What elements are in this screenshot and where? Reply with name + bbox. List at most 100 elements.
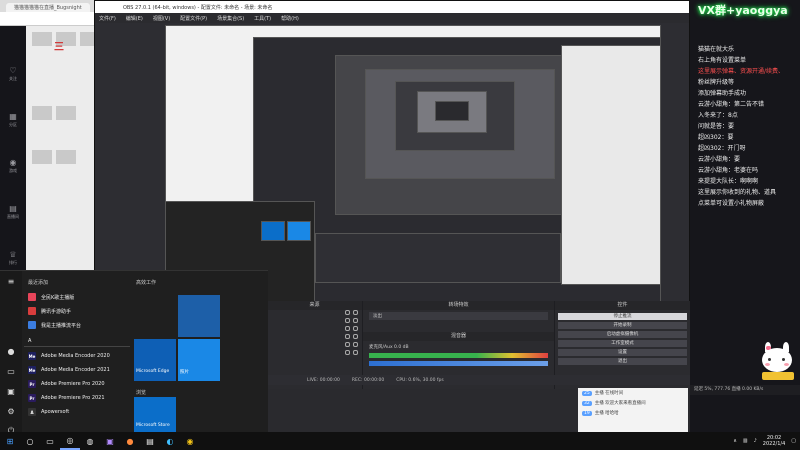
thumbnail[interactable] bbox=[32, 32, 52, 46]
sidebar-item-game[interactable]: ◉ 游戏 bbox=[6, 158, 20, 178]
source-row[interactable] bbox=[267, 318, 362, 326]
eye-icon[interactable] bbox=[345, 326, 350, 331]
lock-icon[interactable] bbox=[353, 350, 358, 355]
sidebar-item-follow[interactable]: ♡ 关注 bbox=[6, 66, 20, 86]
chrome-icon[interactable]: ◉ bbox=[180, 432, 200, 450]
settings-button[interactable]: 设置 bbox=[558, 349, 687, 356]
obs-icon[interactable]: ◎ bbox=[60, 432, 80, 450]
eye-icon[interactable] bbox=[345, 334, 350, 339]
thumbnail[interactable] bbox=[32, 106, 52, 120]
gear-icon[interactable]: ⚙ bbox=[0, 401, 22, 421]
start-menu: ≡ ● ▭ ▣ ⚙ ⏻ 最近添加 全民K歌主播版 腾讯手游助手 我是主播推流平台… bbox=[0, 270, 268, 436]
chevron-up-icon[interactable]: ∧ bbox=[733, 438, 737, 444]
desktop-screen: 猫猫猫猫猫在直播_Bugsnight ♡ 关注 ▦ 分区 ◉ 游戏 ▤ 直播间 ♕ 排行 … bbox=[0, 0, 800, 450]
windows-icon[interactable]: ⊞ bbox=[0, 432, 20, 450]
menu-scene-collection[interactable]: 场景集合(S) bbox=[217, 15, 244, 22]
stream-stats: 延迟 5%, 777.76 直播 0.00 KB/s bbox=[690, 385, 800, 395]
obs-menubar: 文件(F) 编辑(E) 视图(V) 配置文件(P) 场景集合(S) 工具(T) … bbox=[95, 13, 689, 23]
app-item[interactable]: 腾讯手游助手 bbox=[24, 304, 130, 318]
eye-icon[interactable] bbox=[345, 350, 350, 355]
edge-icon[interactable]: ◐ bbox=[160, 432, 180, 450]
chart-icon: ▤ bbox=[9, 204, 17, 213]
search-icon[interactable]: ○ bbox=[20, 432, 40, 450]
eye-icon[interactable] bbox=[345, 310, 350, 315]
nested-chat bbox=[561, 45, 661, 285]
volume-icon[interactable]: ♪ bbox=[754, 438, 757, 444]
source-row[interactable] bbox=[267, 326, 362, 334]
browser-tab[interactable]: 猫猫猫猫猫在直播_Bugsnight bbox=[6, 2, 90, 12]
notification-icon[interactable]: ▢ bbox=[791, 438, 796, 444]
firefox-icon[interactable]: ● bbox=[120, 432, 140, 450]
app-item[interactable]: Me Adobe Media Encoder 2021 bbox=[24, 363, 130, 377]
lock-icon[interactable] bbox=[353, 326, 358, 331]
source-row[interactable] bbox=[267, 342, 362, 350]
image-icon[interactable]: ▣ bbox=[0, 381, 22, 401]
tile-group[interactable] bbox=[178, 295, 220, 337]
chat-line: 云游小甜角：要 bbox=[698, 156, 741, 163]
steam-icon[interactable]: ◍ bbox=[80, 432, 100, 450]
gamepad-icon: ◉ bbox=[9, 158, 17, 167]
start-tiles: 高效工作 Microsoft Edge 照片 浏览 Microsoft Stor… bbox=[134, 275, 266, 435]
mixer-channel-mic: 麦克风/Aux 0.0 dB bbox=[369, 345, 409, 350]
thumbnail[interactable] bbox=[56, 150, 76, 164]
menu-view[interactable]: 视图(V) bbox=[153, 15, 170, 22]
transition-select[interactable]: 淡出 bbox=[369, 312, 548, 320]
clock[interactable]: 20:02 2022/1/4 bbox=[763, 435, 785, 447]
virtual-camera-button[interactable]: 启动虚拟摄像机 bbox=[558, 331, 687, 338]
sidebar-item-rank[interactable]: ♕ 排行 bbox=[6, 250, 20, 270]
obs-titlebar: OBS 27.0.1 (64-bit, windows) - 配置文件: 未命名… bbox=[95, 1, 689, 13]
menu-tools[interactable]: 工具(T) bbox=[254, 15, 271, 22]
app-item[interactable]: Pr Adobe Premiere Pro 2021 bbox=[24, 391, 130, 405]
cpu-fps: CPU: 0.6%, 30.00 fps bbox=[396, 377, 444, 383]
letter-header[interactable]: A bbox=[24, 336, 130, 347]
chat-line: 超凶302：要 bbox=[698, 134, 734, 141]
app-icon bbox=[28, 321, 36, 329]
app-item[interactable]: A Apowersoft bbox=[24, 405, 130, 419]
user-icon[interactable]: ● bbox=[0, 341, 22, 361]
menu-help[interactable]: 帮助(H) bbox=[281, 15, 299, 22]
taskview-icon[interactable]: ▭ bbox=[40, 432, 60, 450]
source-row[interactable] bbox=[267, 310, 362, 318]
media-encoder-icon: Me bbox=[28, 366, 36, 374]
start-recording-button[interactable]: 开始录制 bbox=[558, 322, 687, 329]
chat-line: 点菜单可设置小礼物屏蔽 bbox=[698, 200, 765, 207]
source-row[interactable] bbox=[267, 350, 362, 358]
app-item[interactable]: 全民K歌主播版 bbox=[24, 290, 130, 304]
thumbnail[interactable] bbox=[56, 106, 76, 120]
premiere-icon[interactable]: ▣ bbox=[100, 432, 120, 450]
eye-icon[interactable] bbox=[345, 318, 350, 323]
studio-mode-button[interactable]: 工作室模式 bbox=[558, 340, 687, 347]
menu-profile[interactable]: 配置文件(P) bbox=[180, 15, 207, 22]
network-icon[interactable]: ▥ bbox=[743, 438, 748, 444]
chat-line: 云游小甜角：老婆在吗 bbox=[698, 167, 759, 174]
wechat-group-banner: VX群+yaoggya bbox=[698, 4, 788, 17]
eye-icon[interactable] bbox=[345, 342, 350, 347]
sidebar-item-category[interactable]: ▦ 分区 bbox=[6, 112, 20, 132]
lock-icon[interactable] bbox=[353, 334, 358, 339]
thumbnail[interactable] bbox=[32, 150, 52, 164]
stop-stream-button[interactable]: 停止推流 bbox=[558, 313, 687, 320]
source-row[interactable] bbox=[267, 334, 362, 342]
app-item[interactable]: Me Adobe Media Encoder 2020 bbox=[24, 349, 130, 363]
obs-preview[interactable] bbox=[165, 25, 661, 303]
edge-tile[interactable]: Microsoft Edge bbox=[134, 339, 176, 381]
app-item[interactable]: 我是主播推流平台 bbox=[24, 318, 130, 332]
store-tile[interactable]: Microsoft Store bbox=[134, 397, 176, 435]
site-logo: 三 bbox=[54, 42, 64, 53]
rec-time: REC: 00:00:00 bbox=[351, 377, 385, 383]
lock-icon[interactable] bbox=[353, 318, 358, 323]
menu-file[interactable]: 文件(F) bbox=[99, 15, 116, 22]
document-icon[interactable]: ▭ bbox=[0, 361, 22, 381]
mic-volume-slider[interactable] bbox=[369, 361, 548, 366]
photos-tile[interactable]: 照片 bbox=[178, 339, 220, 381]
lock-icon[interactable] bbox=[353, 310, 358, 315]
lock-icon[interactable] bbox=[353, 342, 358, 347]
browser-sidebar: ♡ 关注 ▦ 分区 ◉ 游戏 ▤ 直播间 ♕ 排行 bbox=[0, 26, 26, 270]
sidebar-item-live[interactable]: ▤ 直播间 bbox=[6, 204, 20, 224]
menu-edit[interactable]: 编辑(E) bbox=[126, 15, 143, 22]
hamburger-icon[interactable]: ≡ bbox=[0, 271, 22, 291]
danmu-mini-list: 25 主播 在线时间 32 主播 欢迎大家来看直播间 19 主播 哈哈哈 bbox=[578, 388, 688, 434]
app-item[interactable]: Pr Adobe Premiere Pro 2020 bbox=[24, 377, 130, 391]
exit-button[interactable]: 退出 bbox=[558, 358, 687, 365]
media-icon[interactable]: ▤ bbox=[140, 432, 160, 450]
